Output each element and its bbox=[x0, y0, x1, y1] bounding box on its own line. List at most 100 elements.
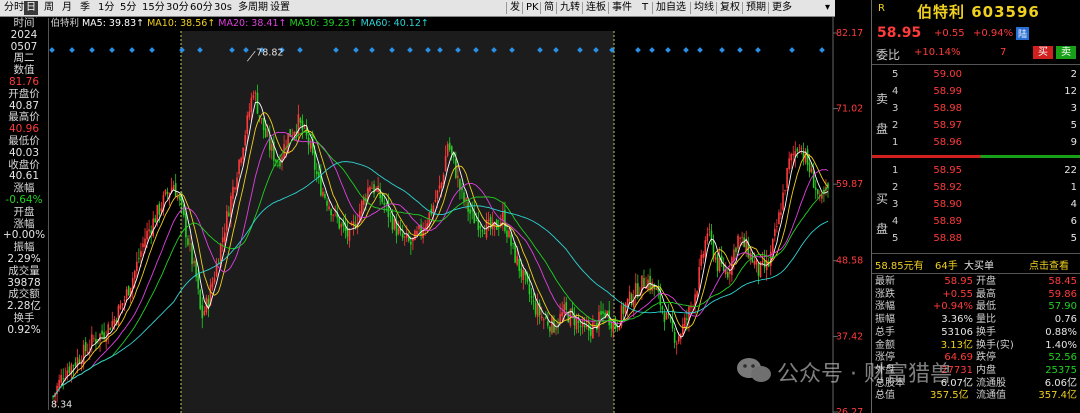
crosshair-info-panel: 时间 2024 0507 周二 数值 81.76 开盘价 40.87 最高价 40.96 最低价 40… bbox=[0, 17, 49, 410]
ask-price: 59.00 bbox=[933, 69, 962, 80]
low-label: 8.34 bbox=[51, 400, 72, 411]
candle-body bbox=[174, 183, 177, 197]
bid-row[interactable]: 5 58.88 5 bbox=[872, 230, 1080, 247]
candle-body bbox=[504, 209, 506, 232]
period-tab-9[interactable]: 60分 bbox=[188, 1, 215, 15]
toolbar-divider bbox=[742, 2, 743, 14]
stat-key: 总值 bbox=[875, 390, 895, 401]
period-tab-3[interactable]: 月 bbox=[60, 1, 74, 15]
square-icon[interactable]: T bbox=[640, 1, 650, 15]
candle-body bbox=[440, 182, 443, 188]
ask-row[interactable]: 2 58.97 5 bbox=[872, 117, 1080, 134]
candle-body bbox=[655, 288, 658, 290]
candle-body bbox=[579, 326, 582, 328]
candle-body bbox=[769, 251, 772, 266]
toolbar-btn-10[interactable]: 更多 bbox=[770, 1, 794, 15]
bid-row[interactable]: 4 58.89 6 bbox=[872, 213, 1080, 230]
ask-price: 58.99 bbox=[933, 86, 962, 97]
candle-body bbox=[757, 263, 760, 276]
toolbar-btn-1[interactable]: PK bbox=[524, 1, 541, 15]
ask-row[interactable]: 3 58.98 3 bbox=[872, 100, 1080, 117]
stat-left: 涨幅 +0.94% bbox=[875, 301, 973, 313]
period-tab-4[interactable]: 季 bbox=[78, 1, 92, 15]
candle-body bbox=[565, 302, 568, 310]
candle-body bbox=[123, 299, 126, 302]
orderbook-mid-line bbox=[872, 155, 1080, 158]
candle-body bbox=[661, 306, 664, 310]
candle-body bbox=[532, 300, 535, 302]
candle-body bbox=[561, 312, 563, 317]
candle-body bbox=[238, 159, 240, 174]
big-order-link[interactable]: 点击查看 bbox=[1029, 257, 1069, 272]
period-tab-5[interactable]: 1分 bbox=[96, 1, 116, 15]
big-order-qty: 64手 bbox=[935, 261, 958, 272]
period-tab-11[interactable]: 多周期 bbox=[236, 1, 270, 15]
chevron-down-icon[interactable]: ▾ bbox=[823, 1, 832, 15]
bid-row[interactable]: 1 58.95 22 bbox=[872, 162, 1080, 179]
candle-body bbox=[698, 266, 700, 290]
toolbar-btn-0[interactable]: 发 bbox=[508, 1, 522, 15]
toolbar-btn-8[interactable]: 复权 bbox=[718, 1, 742, 15]
candle-body bbox=[348, 229, 351, 241]
candle-body bbox=[816, 189, 819, 195]
candle-body bbox=[792, 153, 795, 156]
candle-body bbox=[213, 277, 216, 283]
candle-body bbox=[62, 378, 65, 380]
toolbar-btn-7[interactable]: 均线 bbox=[692, 1, 716, 15]
price-pct: +0.94% bbox=[973, 28, 1014, 39]
candle-body bbox=[686, 318, 688, 320]
candle-body bbox=[808, 162, 811, 173]
candle-body bbox=[575, 318, 578, 330]
ask-row[interactable]: 4 58.99 12 bbox=[872, 83, 1080, 100]
toolbar-btn-5[interactable]: 事件 bbox=[610, 1, 634, 15]
buy-button[interactable]: 买 bbox=[1033, 46, 1053, 59]
ask-row[interactable]: 1 58.96 9 bbox=[872, 134, 1080, 151]
info-label-6: 最低价 bbox=[8, 134, 40, 147]
candle-body bbox=[140, 251, 142, 257]
candle-body bbox=[479, 226, 482, 229]
period-tab-8[interactable]: 30分 bbox=[164, 1, 191, 15]
candle-body bbox=[101, 330, 103, 335]
candle-body bbox=[324, 194, 326, 198]
candle-body bbox=[796, 148, 799, 152]
bid-vol: 6 bbox=[1070, 216, 1077, 227]
sell-button[interactable]: 卖 bbox=[1056, 46, 1076, 59]
candle-body bbox=[307, 137, 310, 145]
period-tab-1[interactable]: 日 bbox=[24, 1, 38, 15]
signal-marker bbox=[697, 47, 703, 53]
candle-body bbox=[191, 243, 193, 265]
info-value-14: 0.92% bbox=[7, 323, 41, 336]
candle-body bbox=[383, 202, 386, 205]
candle-body bbox=[696, 291, 698, 298]
toolbar-btn-2[interactable]: 简 bbox=[542, 1, 556, 15]
quote-header: R 伯特利 603596 bbox=[872, 0, 1080, 21]
stat-key: 振幅 bbox=[875, 314, 895, 326]
signal-marker bbox=[649, 47, 655, 53]
wechat-icon bbox=[737, 358, 771, 382]
bid-row[interactable]: 2 58.92 1 bbox=[872, 179, 1080, 196]
stat-extra-row: 总值 357.5亿 流通值 357.4亿 bbox=[875, 390, 1077, 402]
candle-body bbox=[393, 218, 396, 230]
toolbar-btn-4[interactable]: 连板 bbox=[584, 1, 608, 15]
period-tab-2[interactable]: 周 bbox=[42, 1, 56, 15]
toolbar-btn-9[interactable]: 预期 bbox=[744, 1, 768, 15]
candle-body bbox=[303, 126, 306, 128]
stat-right: 量比 0.76 bbox=[976, 314, 1077, 326]
candle-body bbox=[113, 319, 116, 325]
toolbar-btn-6[interactable]: 加自选 bbox=[654, 1, 688, 15]
period-tab-0[interactable]: 分时 bbox=[2, 1, 26, 15]
candle-body bbox=[270, 144, 273, 151]
candle-body bbox=[264, 128, 267, 138]
bid-vol: 4 bbox=[1070, 199, 1077, 210]
stat-key: 总手 bbox=[875, 326, 895, 338]
period-tab-10[interactable]: 30s bbox=[212, 1, 234, 15]
period-tab-12[interactable]: 设置 bbox=[268, 1, 292, 15]
period-tab-6[interactable]: 5分 bbox=[118, 1, 138, 15]
period-tab-7[interactable]: 15分 bbox=[140, 1, 167, 15]
candle-body bbox=[463, 192, 465, 202]
toolbar-divider bbox=[768, 2, 769, 14]
toolbar-btn-3[interactable]: 九转 bbox=[558, 1, 582, 15]
signal-marker bbox=[149, 47, 155, 53]
ask-row[interactable]: 5 59.00 2 bbox=[872, 66, 1080, 83]
bid-row[interactable]: 3 58.90 4 bbox=[872, 196, 1080, 213]
